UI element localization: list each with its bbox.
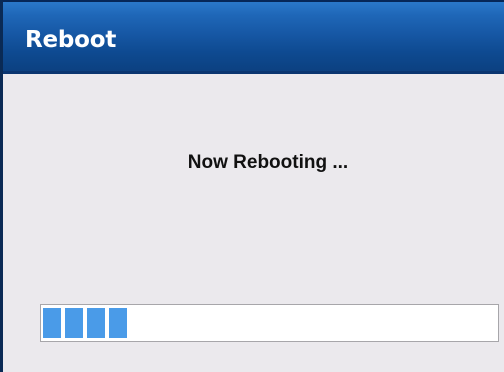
window-title: Reboot [25, 27, 117, 53]
title-bar: Reboot [3, 0, 504, 74]
progress-bar [40, 304, 499, 342]
reboot-dialog: Reboot Now Rebooting ... [0, 0, 504, 372]
progress-fill [43, 308, 127, 338]
status-message: Now Rebooting ... [187, 152, 349, 173]
title-bar-divider [3, 71, 504, 74]
